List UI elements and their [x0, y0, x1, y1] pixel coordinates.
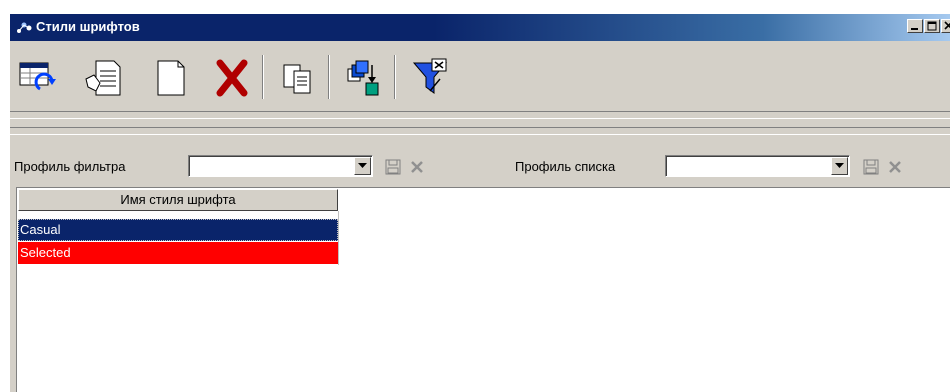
export-button[interactable]	[340, 54, 388, 100]
table-row[interactable]: Casual	[18, 219, 338, 241]
copy-icon	[283, 64, 311, 94]
chevron-down-icon	[835, 163, 844, 168]
list-profile-label: Профиль списка	[515, 159, 616, 174]
filter-bar: Профиль фильтра Профиль списка	[10, 145, 950, 187]
edit-document-icon	[85, 60, 121, 96]
filter-profile-combo[interactable]	[188, 155, 373, 177]
export-icon	[347, 60, 379, 96]
window-title: Стили шрифтов	[36, 19, 140, 34]
font-styles-grid[interactable]: Имя стиля шрифта Casual Selected	[16, 187, 950, 392]
font-styles-window: Стили шрифтов Профиль фильтра Профиль сп…	[9, 13, 950, 392]
minimize-icon	[911, 28, 918, 30]
close-button[interactable]	[941, 19, 950, 33]
column-divider	[338, 211, 339, 265]
toolbar	[10, 41, 950, 111]
new-document-icon	[157, 60, 185, 96]
filter-button[interactable]	[406, 54, 454, 100]
minimize-button[interactable]	[907, 19, 923, 33]
new-button[interactable]	[146, 54, 194, 100]
filter-profile-label: Профиль фильтра	[14, 159, 126, 174]
list-profile-dropdown-button[interactable]	[831, 157, 848, 175]
toolbar-separator	[394, 55, 396, 99]
refresh-icon	[19, 62, 56, 91]
maximize-icon	[927, 21, 937, 31]
table-row[interactable]: Selected	[18, 242, 338, 264]
delete-icon	[216, 59, 248, 97]
filter-profile-dropdown-button[interactable]	[354, 157, 371, 175]
edit-button[interactable]	[80, 54, 128, 100]
delete-list-profile-icon[interactable]	[887, 159, 903, 175]
delete-filter-profile-icon[interactable]	[409, 159, 425, 175]
chevron-down-icon	[358, 163, 367, 168]
list-profile-combo[interactable]	[665, 155, 850, 177]
panel-divider	[10, 127, 950, 135]
toolbar-separator	[262, 55, 264, 99]
app-icon[interactable]	[16, 20, 34, 34]
toolbar-separator	[328, 55, 330, 99]
toolbar-divider	[10, 111, 950, 119]
maximize-button[interactable]	[924, 19, 940, 33]
refresh-button[interactable]	[14, 54, 62, 100]
save-list-profile-icon[interactable]	[863, 159, 879, 175]
copy-button[interactable]	[274, 54, 322, 100]
filter-icon	[412, 58, 448, 94]
save-filter-profile-icon[interactable]	[385, 159, 401, 175]
title-bar[interactable]: Стили шрифтов	[10, 14, 950, 41]
close-icon	[944, 21, 950, 30]
delete-button[interactable]	[208, 54, 256, 100]
column-header-font-style-name[interactable]: Имя стиля шрифта	[18, 189, 338, 211]
